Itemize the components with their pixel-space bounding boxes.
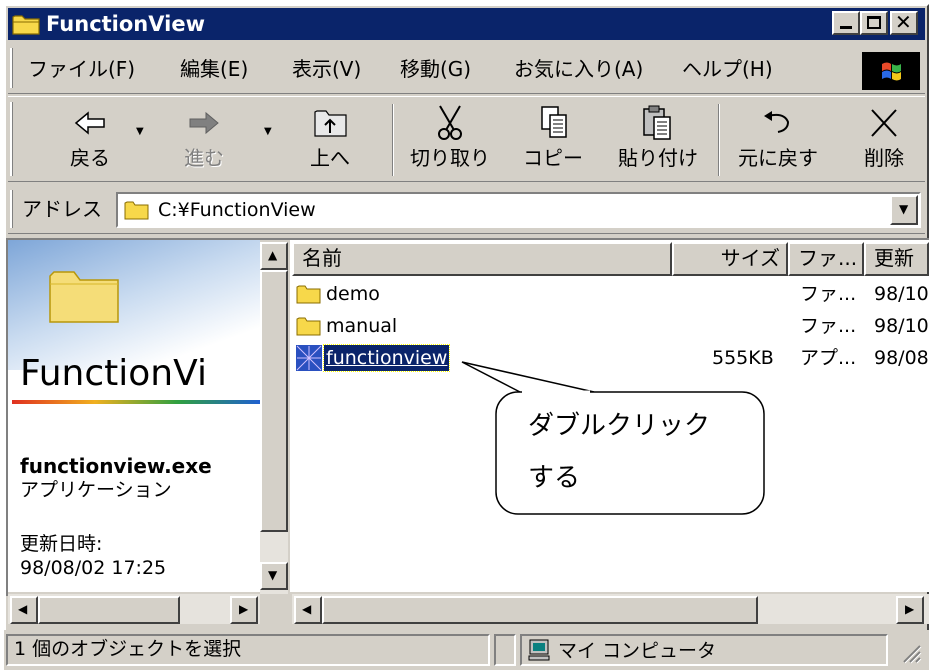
scroll-thumb[interactable]: [38, 596, 180, 624]
scroll-right-button[interactable]: ▶: [896, 596, 924, 624]
status-zone: [494, 634, 516, 666]
scroll-left-button[interactable]: ◀: [294, 596, 322, 624]
chevron-right-icon: ▶: [239, 602, 249, 616]
scroll-left-button[interactable]: ◀: [10, 596, 38, 624]
chevron-left-icon: ◀: [302, 602, 312, 616]
chevron-left-icon: ◀: [18, 602, 28, 616]
chevron-right-icon: ▶: [905, 602, 915, 616]
scroll-right-button[interactable]: ▶: [230, 596, 258, 624]
status-selection: 1 個のオブジェクトを選択: [6, 634, 490, 666]
status-location: マイ コンピュータ: [558, 640, 717, 662]
scroll-corner: [260, 594, 292, 626]
callout-text-line1: ダブルクリック: [528, 411, 711, 441]
callout-text-line2: する: [528, 463, 581, 493]
my-computer-icon: [527, 638, 551, 662]
callout-bubble: [461, 361, 765, 515]
scroll-thumb[interactable]: [322, 596, 758, 624]
resize-grip-icon[interactable]: [898, 640, 922, 664]
